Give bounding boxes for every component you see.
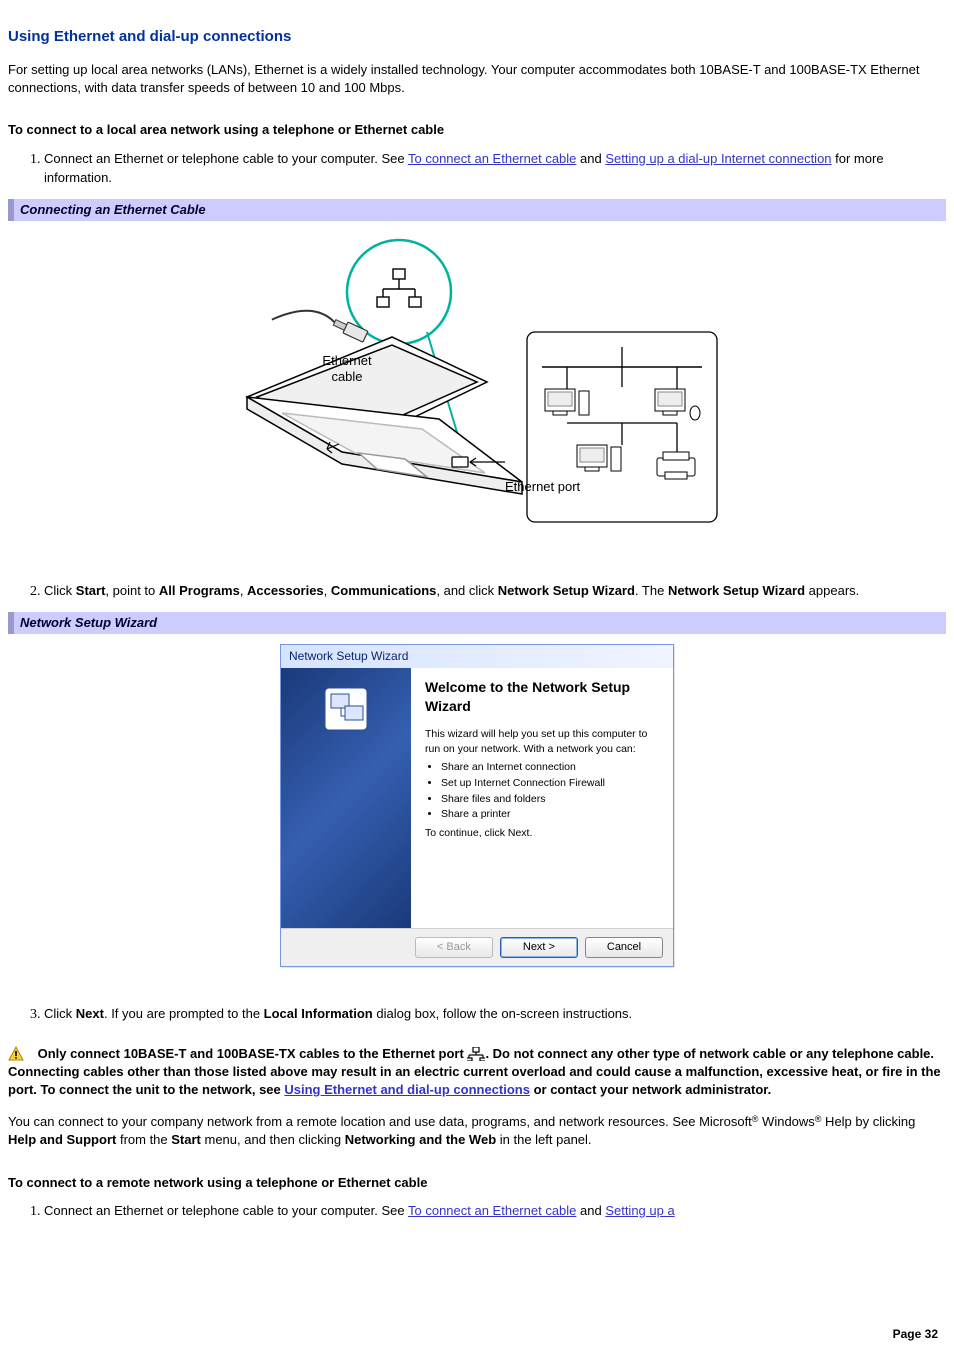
wizard-cancel-button[interactable]: Cancel bbox=[585, 937, 663, 958]
wizard-back-button: < Back bbox=[415, 937, 493, 958]
figure-ethernet-cable: Ethernet cable Ethernet port bbox=[8, 221, 946, 562]
wizard-next-button[interactable]: Next > bbox=[500, 937, 578, 958]
text: Next bbox=[76, 1006, 104, 1021]
text: Only connect 10BASE-T and 100BASE-TX cab… bbox=[38, 1046, 468, 1061]
wizard-bullet: Share an Internet connection bbox=[441, 760, 659, 775]
text: or contact your network administrator. bbox=[530, 1082, 771, 1097]
text: Accessories bbox=[247, 583, 324, 598]
text: . The bbox=[635, 583, 668, 598]
text: All Programs bbox=[159, 583, 240, 598]
text: Network Setup Wizard bbox=[668, 583, 805, 598]
link-connect-ethernet-2[interactable]: To connect an Ethernet cable bbox=[408, 1203, 576, 1218]
text: from the bbox=[116, 1132, 171, 1147]
text: appears. bbox=[805, 583, 859, 598]
subheading-lan: To connect to a local area network using… bbox=[8, 121, 946, 139]
text: and bbox=[576, 1203, 605, 1218]
text: Network Setup Wizard bbox=[498, 583, 635, 598]
wizard-desc: This wizard will help you set up this co… bbox=[425, 727, 659, 756]
text: Help and Support bbox=[8, 1132, 116, 1147]
text: Start bbox=[76, 583, 106, 598]
text: You can connect to your company network … bbox=[8, 1114, 752, 1129]
ethernet-port-icon bbox=[467, 1047, 485, 1061]
step-2: Click Start, point to All Programs, Acce… bbox=[44, 582, 946, 602]
figure-caption-wizard: Network Setup Wizard bbox=[8, 612, 946, 634]
warning-block: Only connect 10BASE-T and 100BASE-TX cab… bbox=[8, 1045, 946, 1100]
text: Connect an Ethernet or telephone cable t… bbox=[44, 1203, 408, 1218]
text: Networking and the Web bbox=[345, 1132, 496, 1147]
warning-text: Only connect 10BASE-T and 100BASE-TX cab… bbox=[8, 1046, 941, 1097]
wizard-bullet: Share a printer bbox=[441, 807, 659, 822]
text: Click bbox=[44, 583, 76, 598]
step-1: Connect an Ethernet or telephone cable t… bbox=[44, 150, 946, 189]
step-3: Click Next. If you are prompted to the L… bbox=[44, 1005, 946, 1025]
text: Start bbox=[171, 1132, 201, 1147]
remote-paragraph: You can connect to your company network … bbox=[8, 1113, 946, 1149]
warning-icon bbox=[8, 1046, 24, 1062]
wizard-bullet-list: Share an Internet connection Set up Inte… bbox=[425, 760, 659, 822]
wizard-bullet: Set up Internet Connection Firewall bbox=[441, 776, 659, 791]
text: in the left panel. bbox=[496, 1132, 591, 1147]
figure-caption-ethernet: Connecting an Ethernet Cable bbox=[8, 199, 946, 221]
text: Communications bbox=[331, 583, 436, 598]
wizard-side-graphic bbox=[281, 668, 411, 928]
wizard-continue: To continue, click Next. bbox=[425, 826, 659, 841]
text: Help by clicking bbox=[821, 1114, 915, 1129]
text: Windows bbox=[758, 1114, 814, 1129]
text: , point to bbox=[105, 583, 158, 598]
intro-paragraph: For setting up local area networks (LANs… bbox=[8, 61, 946, 97]
wizard-bullet: Share files and folders bbox=[441, 792, 659, 807]
remote-step-1: Connect an Ethernet or telephone cable t… bbox=[44, 1202, 946, 1222]
label-ethernet-port: Ethernet port bbox=[505, 479, 585, 495]
label-ethernet-cable: Ethernet cable bbox=[312, 353, 382, 384]
text: Click bbox=[44, 1006, 76, 1021]
section-title: Using Ethernet and dial-up connections bbox=[8, 26, 946, 47]
text: menu, and then clicking bbox=[201, 1132, 345, 1147]
text: Local Information bbox=[264, 1006, 373, 1021]
text: , bbox=[324, 583, 331, 598]
text: and bbox=[576, 151, 605, 166]
text: . If you are prompted to the bbox=[104, 1006, 264, 1021]
link-connect-ethernet[interactable]: To connect an Ethernet cable bbox=[408, 151, 576, 166]
text: , bbox=[240, 583, 247, 598]
text: dialog box, follow the on-screen instruc… bbox=[373, 1006, 632, 1021]
link-ethernet-dialup[interactable]: Using Ethernet and dial-up connections bbox=[284, 1082, 530, 1097]
subheading-remote: To connect to a remote network using a t… bbox=[8, 1174, 946, 1192]
figure-network-wizard: Network Setup Wizard Welcome to the Netw… bbox=[8, 634, 946, 985]
text: , and click bbox=[436, 583, 497, 598]
wizard-heading: Welcome to the Network Setup Wizard bbox=[425, 678, 659, 717]
link-dialup-setup[interactable]: Setting up a dial-up Internet connection bbox=[605, 151, 831, 166]
page-number: Page 32 bbox=[893, 1326, 938, 1343]
link-dialup-setup-2[interactable]: Setting up a bbox=[605, 1203, 674, 1218]
wizard-titlebar: Network Setup Wizard bbox=[281, 645, 673, 668]
text: Connect an Ethernet or telephone cable t… bbox=[44, 151, 408, 166]
